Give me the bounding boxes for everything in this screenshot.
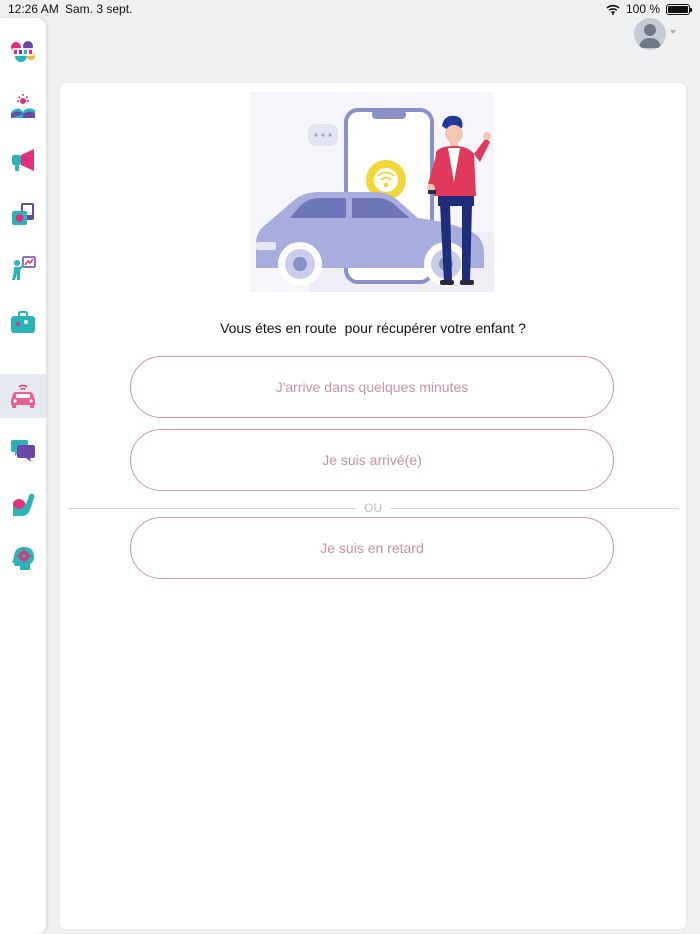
battery-icon — [666, 3, 692, 15]
user-icon — [639, 24, 661, 48]
car-icon — [11, 384, 35, 408]
car-phone-illustration — [250, 92, 494, 292]
battery-percentage: 100 % — [625, 2, 660, 16]
wifi-icon — [606, 4, 620, 15]
sidebar-item-announcements[interactable] — [0, 138, 46, 182]
separator-line-left — [68, 508, 356, 509]
separator-label: OU — [364, 501, 382, 515]
sun-landscape-icon — [11, 94, 35, 118]
teacher-board-icon — [12, 256, 36, 280]
sidebar-item-pickup[interactable] — [0, 374, 46, 418]
sidebar-item-hand[interactable] — [0, 482, 46, 526]
status-time: 12:26 AM — [8, 2, 59, 16]
sidebar-item-mind[interactable] — [0, 536, 46, 580]
hand-wave-icon — [13, 493, 35, 516]
sidebar — [0, 18, 46, 934]
sidebar-item-messages[interactable] — [0, 428, 46, 472]
photos-icon — [12, 203, 34, 225]
running-late-button[interactable]: Je suis en retard — [130, 517, 614, 579]
pickup-question: Vous étes en route pour récupérer votre … — [220, 320, 526, 336]
status-bar: 12:26 AM Sam. 3 sept. 100 % — [0, 0, 700, 20]
separator-line-right — [390, 508, 678, 509]
head-gear-icon — [12, 547, 34, 570]
app-logo-icon — [11, 41, 35, 62]
battery-fill — [668, 5, 688, 13]
status-date: Sam. 3 sept. — [65, 2, 133, 16]
sidebar-item-home[interactable] — [0, 84, 46, 128]
suitcase-icon — [11, 311, 35, 333]
sidebar-item-photos[interactable] — [0, 192, 46, 236]
user-avatar[interactable] — [634, 18, 666, 50]
chevron-down-icon[interactable] — [670, 30, 676, 34]
sidebar-item-activities[interactable] — [0, 246, 46, 290]
sidebar-item-suitcase[interactable] — [0, 300, 46, 344]
status-right: 100 % — [606, 2, 692, 16]
arrived-button[interactable]: Je suis arrivé(e) — [130, 429, 614, 491]
megaphone-icon — [12, 149, 34, 171]
arriving-soon-button[interactable]: J'arrive dans quelques minutes — [130, 356, 614, 418]
sidebar-item-logo[interactable] — [0, 30, 46, 74]
chat-icon — [11, 440, 35, 462]
